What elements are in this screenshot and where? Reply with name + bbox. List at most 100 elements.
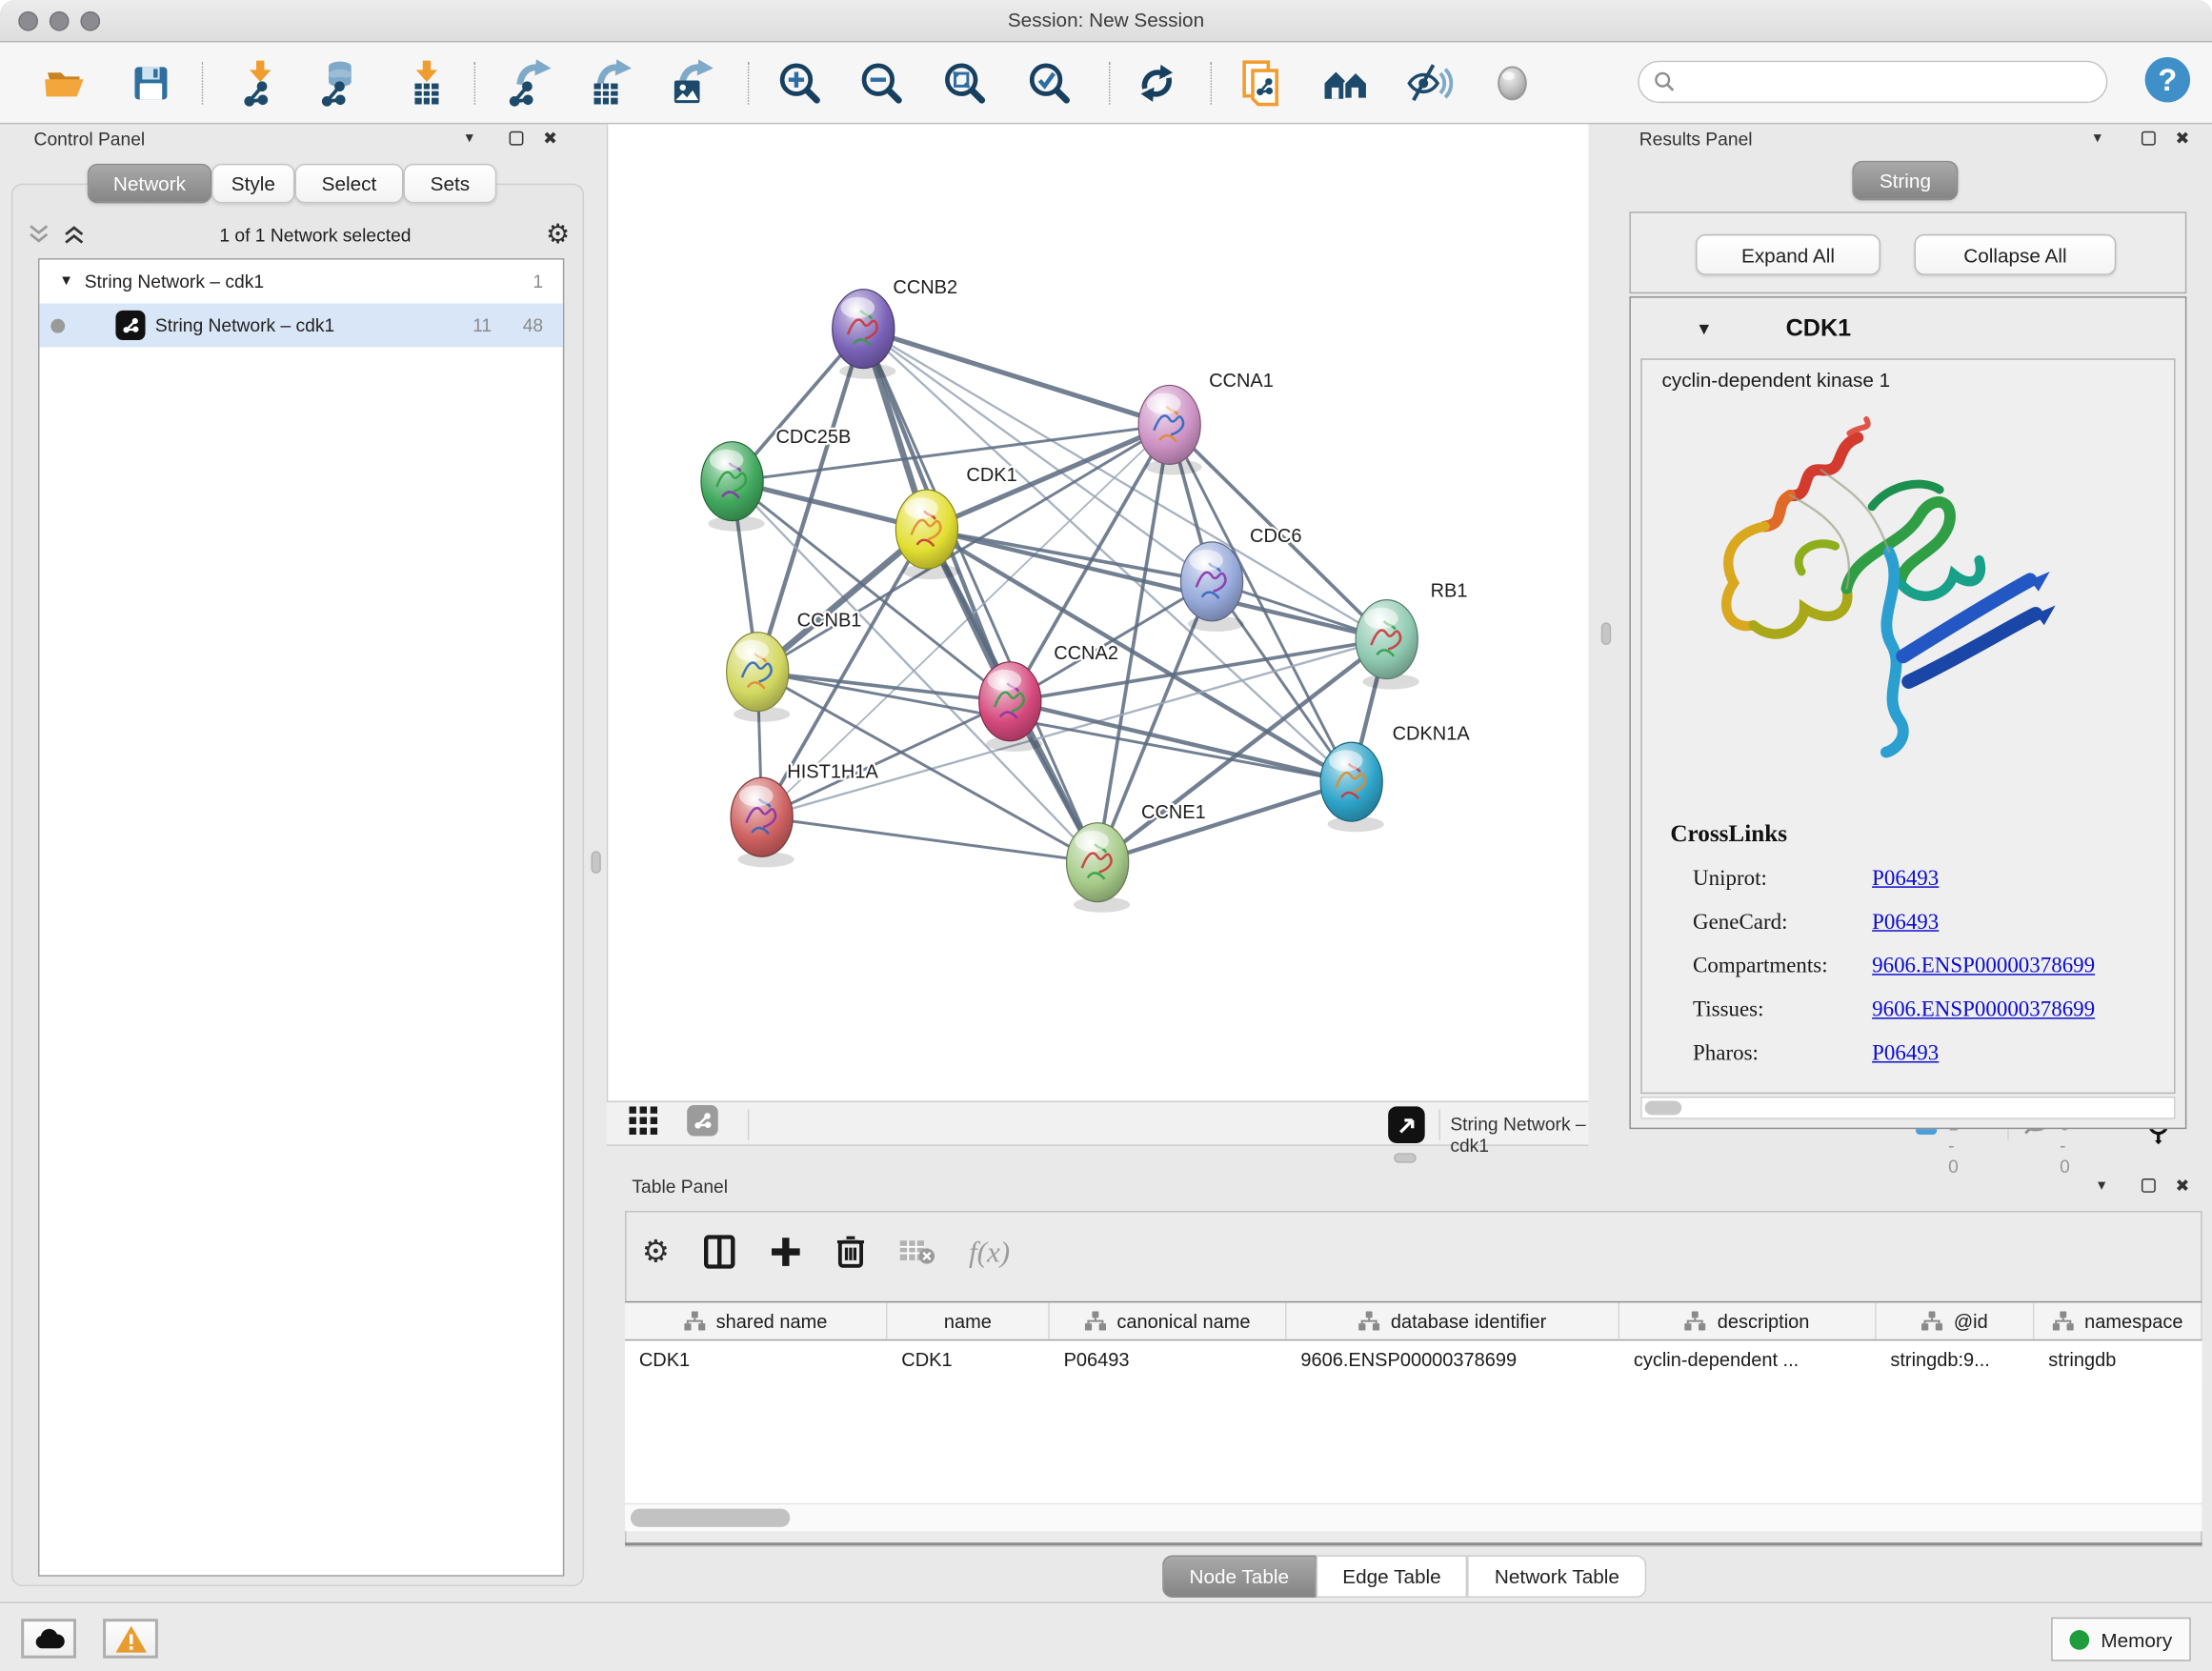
left-splitter-handle[interactable] [591,851,600,874]
protein-structure-image [1692,416,2073,791]
import-table-file-button[interactable] [401,58,452,109]
import-network-file-button[interactable] [234,58,285,109]
node-CCNB2[interactable] [833,290,896,379]
column-header-canonical-name[interactable]: canonical name [1050,1302,1287,1339]
expand-all-icon[interactable] [64,225,85,245]
toolbar-separator [1109,62,1110,104]
table-cell[interactable]: cyclin-dependent ... [1619,1340,1877,1379]
column-header-shared-name[interactable]: shared name [625,1302,887,1339]
table-cell[interactable]: CDK1 [887,1340,1049,1379]
edge-CDKN1A-CCNE1 [1097,782,1352,862]
network-row-selected[interactable]: String Network – cdk1 11 48 [39,304,562,348]
node-CDKN1A[interactable] [1320,742,1384,832]
collapse-all-button[interactable]: Collapse All [1915,234,2117,275]
results-panel-close-icon[interactable]: ✖ [2175,129,2189,149]
network-view-canvas[interactable]: CCNB2CCNA1CDC25BCDK1CDC6RB1CCNB1CCNA2CDK… [607,124,1589,1100]
column-header-database-identifier[interactable]: database identifier [1287,1302,1619,1339]
node-CCNE1[interactable] [1067,823,1131,913]
graphics-details-button[interactable] [1487,58,1538,109]
open-session-button[interactable] [39,58,90,109]
string-import-button[interactable] [1237,58,1288,109]
expand-all-button[interactable]: Expand All [1696,234,1880,275]
node-CDC6[interactable] [1180,542,1244,632]
table-panel-float-icon[interactable] [2142,1178,2156,1193]
export-network-button[interactable] [502,58,553,109]
string-home-button[interactable] [1320,58,1371,109]
table-options-gear-icon[interactable]: ⚙ [642,1235,670,1270]
column-header-namespace[interactable]: namespace [2034,1302,2202,1339]
crosslink-link[interactable]: P06493 [1872,1041,1939,1067]
import-network-database-button[interactable] [313,58,364,109]
grid-view-button[interactable] [618,1096,669,1146]
crosslink-link[interactable]: 9606.ENSP00000378699 [1872,997,2095,1023]
zoom-in-button[interactable] [774,58,825,109]
crosslink-row: Uniprot:P06493 [1693,856,2159,900]
memory-button[interactable]: Memory [2051,1618,2191,1661]
gene-section-header[interactable]: ▼ CDK1 [1637,305,2180,352]
show-columns-icon[interactable] [704,1235,735,1269]
column-header-name[interactable]: name [887,1302,1049,1339]
zoom-fit-icon [941,59,989,107]
delete-table-icon [898,1238,935,1266]
network-collection-row[interactable]: ▼ String Network – cdk1 1 [39,260,562,304]
tab-sets[interactable]: Sets [404,164,497,203]
tab-network-table[interactable]: Network Table [1468,1556,1646,1598]
delete-column-icon[interactable] [836,1235,865,1269]
tab-edge-table[interactable]: Edge Table [1316,1556,1468,1598]
table-cell[interactable]: 9606.ENSP00000378699 [1287,1340,1619,1379]
table-horizontal-scrollbar[interactable] [625,1503,2202,1532]
crosslink-link[interactable]: P06493 [1872,910,1939,936]
warnings-button[interactable] [103,1619,158,1658]
refresh-button[interactable] [1132,58,1182,109]
export-table-button[interactable] [583,58,633,109]
zoom-fit-button[interactable] [939,58,990,109]
table-row[interactable]: CDK1CDK1P064939606.ENSP00000378699cyclin… [625,1340,2202,1379]
crosslink-link[interactable]: P06493 [1872,866,1939,892]
detach-view-button[interactable] [1388,1106,1425,1143]
column-header--id[interactable]: @id [1877,1302,2035,1339]
help-button[interactable]: ? [2142,53,2192,104]
table-cell[interactable]: stringdb:9... [1877,1340,2035,1379]
control-panel-collapse-icon[interactable]: ▾ [466,129,473,147]
column-header-description[interactable]: description [1619,1302,1877,1339]
horizontal-splitter-handle[interactable] [1394,1153,1417,1162]
tab-string[interactable]: String [1852,161,1958,200]
zoom-out-button[interactable] [856,58,907,109]
tab-select[interactable]: Select [295,164,404,203]
node-CCNB1[interactable] [727,633,791,722]
tab-network[interactable]: Network [88,164,211,203]
network-options-gear-icon[interactable]: ⚙ [546,219,570,251]
table-cell[interactable]: stringdb [2034,1340,2202,1379]
table-panel-collapse-icon[interactable]: ▾ [2098,1176,2105,1194]
zoom-selected-button[interactable] [1024,58,1075,109]
control-panel-float-icon[interactable] [510,131,524,146]
table-cell[interactable]: P06493 [1050,1340,1287,1379]
collapse-all-icon[interactable] [29,225,50,245]
crosslink-link[interactable]: 9606.ENSP00000378699 [1872,954,2095,979]
node-HIST1H1A[interactable] [731,777,794,867]
scrollbar-thumb[interactable] [1645,1101,1682,1116]
cloud-button[interactable] [21,1619,76,1658]
export-image-button[interactable] [664,58,714,109]
tab-style[interactable]: Style [211,164,294,203]
glass-effect-button[interactable] [1403,58,1454,109]
right-splitter-handle[interactable] [1601,622,1611,645]
search-input[interactable] [1676,70,2106,93]
scrollbar-thumb[interactable] [631,1509,790,1527]
table-cell[interactable]: CDK1 [625,1340,887,1379]
node-CCNA2[interactable] [979,662,1043,752]
collection-expander-icon[interactable]: ▼ [59,273,73,289]
node-CDC25B[interactable] [701,442,765,532]
save-session-button[interactable] [126,58,176,109]
results-panel-collapse-icon[interactable]: ▾ [2094,129,2101,147]
node-RB1[interactable] [1356,600,1419,690]
results-panel-float-icon[interactable] [2142,131,2156,146]
results-horizontal-scrollbar[interactable] [1640,1097,2175,1119]
gene-expander-icon[interactable]: ▼ [1696,319,1713,339]
search-box[interactable] [1638,61,2107,103]
tab-node-table[interactable]: Node Table [1162,1556,1316,1598]
table-panel-close-icon[interactable]: ✖ [2175,1176,2189,1196]
network-view-mode-button[interactable] [677,1096,728,1146]
add-column-icon[interactable] [769,1235,803,1269]
control-panel-close-icon[interactable]: ✖ [543,129,557,149]
